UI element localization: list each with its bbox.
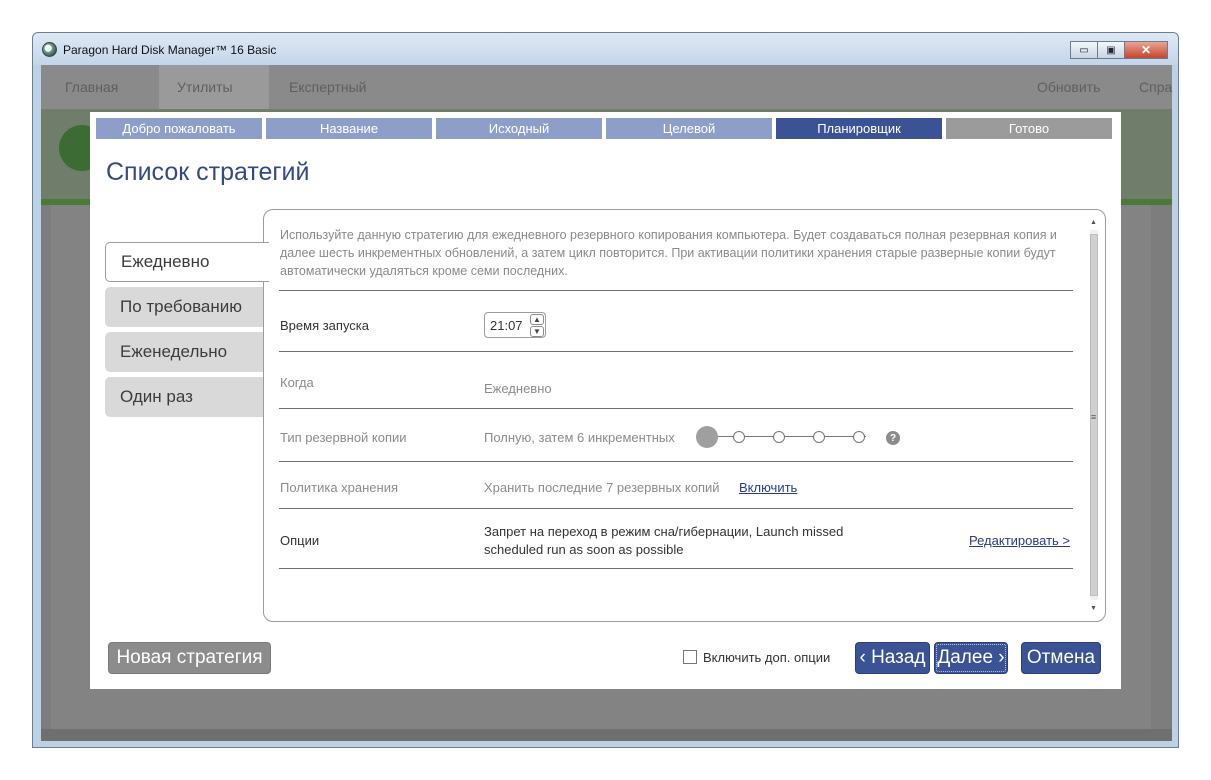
step-done[interactable]: Готово xyxy=(946,118,1112,139)
panel-scrollbar[interactable]: ▲ ≡ ▼ xyxy=(1088,216,1099,614)
slider-track xyxy=(706,436,866,437)
cancel-button[interactable]: Отмена xyxy=(1021,642,1101,674)
step-scheduler[interactable]: Планировщик xyxy=(776,118,942,139)
background-menu-update: Обновить xyxy=(1037,79,1101,95)
extra-options-label: Включить доп. опции xyxy=(703,650,831,665)
enable-retention-link[interactable]: Включить xyxy=(739,480,797,495)
strategy-description: Используйте данную стратегию для ежеднев… xyxy=(280,228,1057,278)
row-divider xyxy=(279,508,1073,509)
row-divider xyxy=(279,461,1073,462)
slider-stop xyxy=(773,431,785,443)
paragon-app-icon xyxy=(42,42,57,57)
row-divider xyxy=(279,290,1073,291)
backup-type-slider[interactable] xyxy=(696,425,886,449)
retention-label: Политика хранения xyxy=(280,480,399,495)
row-divider xyxy=(279,408,1073,409)
extra-options-checkbox[interactable] xyxy=(683,650,697,664)
strategy-tab-daily[interactable]: Ежедневно xyxy=(105,242,269,282)
options-label: Опции xyxy=(280,533,320,548)
step-welcome[interactable]: Добро пожаловать xyxy=(96,118,262,139)
maximize-button[interactable]: ▣ xyxy=(1097,41,1125,59)
retention-value: Хранить последние 7 резервных копий xyxy=(484,480,720,495)
slider-stop xyxy=(853,431,865,443)
edit-options-link[interactable]: Редактировать > xyxy=(969,533,1070,548)
close-button[interactable]: ✕ xyxy=(1124,41,1168,59)
scroll-up-icon[interactable]: ▲ xyxy=(1088,216,1099,228)
scroll-down-icon[interactable]: ▼ xyxy=(1088,602,1099,614)
new-strategy-button[interactable]: Новая стратегия xyxy=(108,642,271,674)
backup-type-value: Полную, затем 6 инкрементных xyxy=(484,430,675,445)
slider-handle[interactable] xyxy=(696,426,718,448)
title-bar: Paragon Hard Disk Manager™ 16 Basic ▭ ▣ … xyxy=(33,33,1178,65)
scroll-grip-icon: ≡ xyxy=(1090,412,1097,422)
strategy-details-panel: Используйте данную стратегию для ежеднев… xyxy=(263,209,1106,622)
window-title: Paragon Hard Disk Manager™ 16 Basic xyxy=(63,43,277,57)
strategy-tab-once[interactable]: Один раз xyxy=(105,377,265,417)
strategy-tab-weekly[interactable]: Еженедельно xyxy=(105,332,265,372)
backup-type-label: Тип резервной копии xyxy=(280,430,407,445)
step-name[interactable]: Название xyxy=(266,118,432,139)
strategy-tab-on-demand[interactable]: По требованию xyxy=(105,287,265,327)
slider-stop xyxy=(813,431,825,443)
strategy-list: Ежедневно По требованию Еженедельно Один… xyxy=(105,242,269,422)
start-time-input[interactable]: 21:07 ▲ ▼ xyxy=(484,312,546,338)
step-target[interactable]: Целевой xyxy=(606,118,772,139)
help-icon[interactable]: ? xyxy=(886,431,900,445)
row-divider xyxy=(279,568,1073,569)
time-decrement-button[interactable]: ▼ xyxy=(530,326,544,337)
background-menubar: Главная Утилиты Експертный Обновить Спра xyxy=(41,65,1172,109)
background-menu-expert: Експертный xyxy=(289,79,367,95)
next-button[interactable]: Далее › xyxy=(934,642,1008,674)
wizard-steps: Добро пожаловать Название Исходный Целев… xyxy=(96,118,1112,139)
background-scrollbar xyxy=(41,729,1172,741)
slider-stop xyxy=(733,431,745,443)
page-title: Список стратегий xyxy=(106,158,310,186)
backup-wizard-dialog: Добро пожаловать Название Исходный Целев… xyxy=(90,112,1121,689)
minimize-button[interactable]: ▭ xyxy=(1070,41,1098,59)
start-time-value: 21:07 xyxy=(490,318,523,333)
step-source[interactable]: Исходный xyxy=(436,118,602,139)
time-increment-button[interactable]: ▲ xyxy=(530,314,544,325)
when-value: Ежедневно xyxy=(484,381,552,396)
background-menu-home: Главная xyxy=(65,79,119,95)
row-divider xyxy=(279,351,1073,352)
start-time-label: Время запуска xyxy=(280,318,370,333)
background-menu-utilities: Утилиты xyxy=(177,79,233,95)
options-value-line2: scheduled run as soon as possible xyxy=(484,542,684,557)
when-label: Когда xyxy=(280,375,314,390)
back-button[interactable]: ‹ Назад xyxy=(855,642,930,674)
options-value-line1: Запрет на переход в режим сна/гибернации… xyxy=(484,524,844,539)
background-menu-help: Спра xyxy=(1139,79,1173,95)
